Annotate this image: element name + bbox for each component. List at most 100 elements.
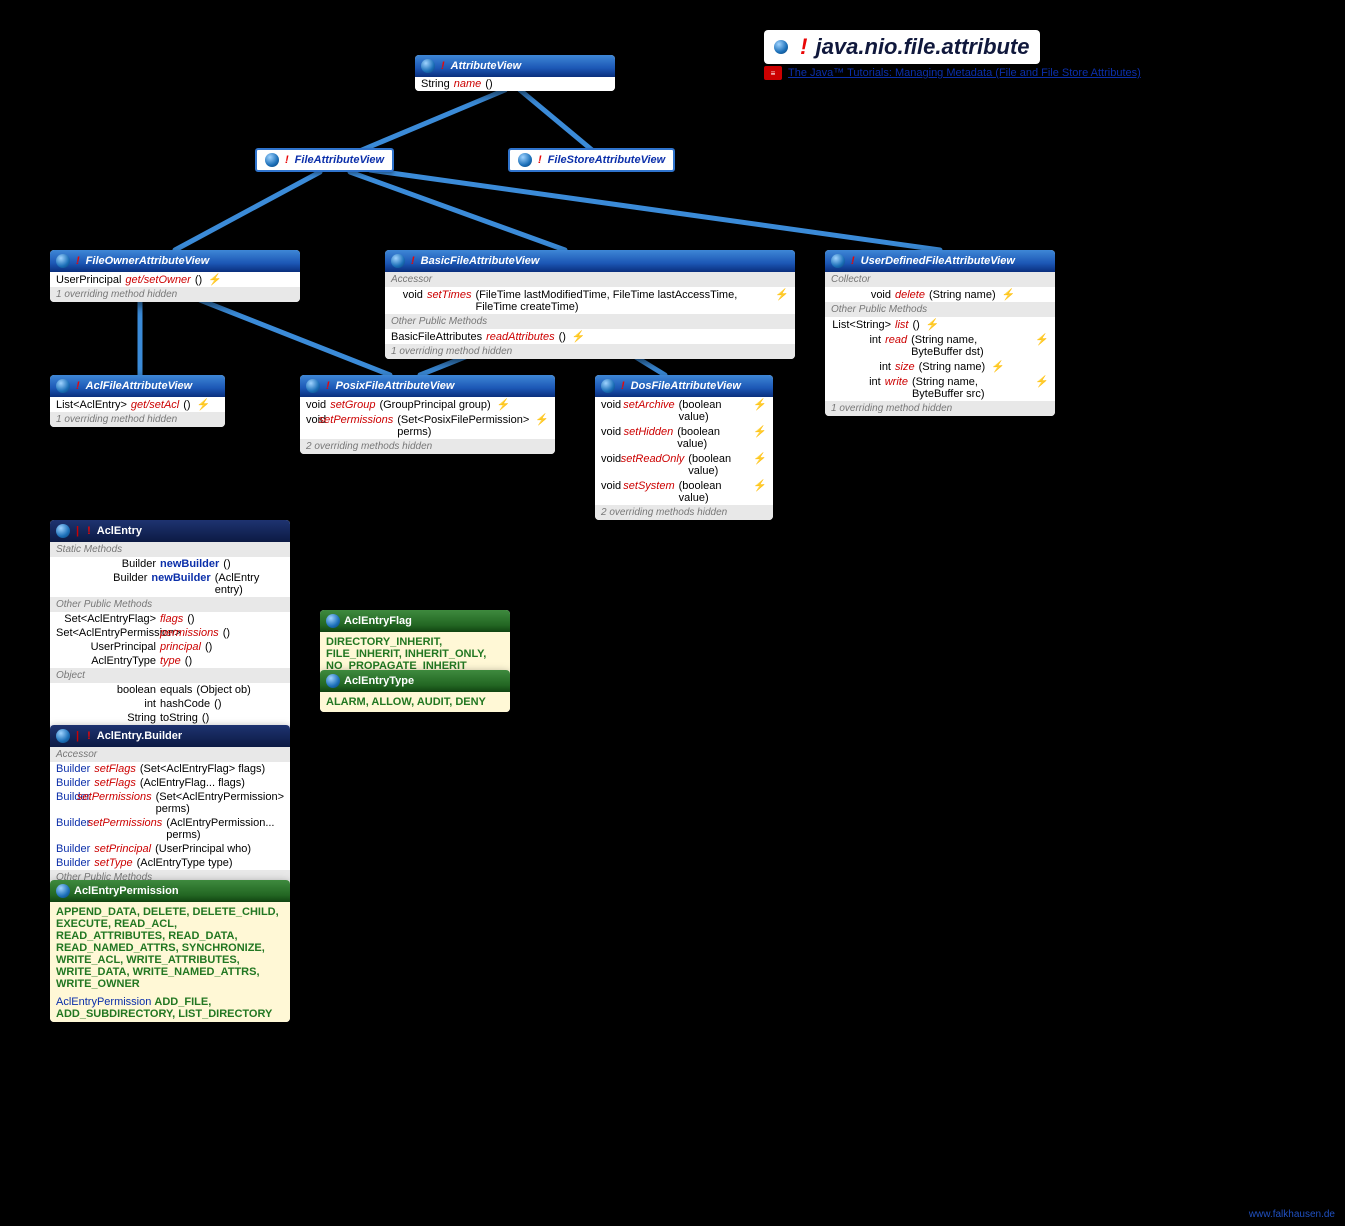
node-header: ! UserDefinedFileAttributeView xyxy=(825,250,1055,272)
hidden-methods: 1 overriding method hidden xyxy=(50,287,300,302)
node-AttributeView[interactable]: ! AttributeView String name () xyxy=(415,55,615,91)
tutorial-link[interactable]: The Java™ Tutorials: Managing Metadata (… xyxy=(788,67,1141,79)
throws-icon: ⚡ xyxy=(991,360,1005,373)
return-type: void xyxy=(306,399,326,411)
node-FileOwnerAttributeView[interactable]: ! FileOwnerAttributeView UserPrincipal g… xyxy=(50,250,300,302)
node-title: FileStoreAttributeView xyxy=(548,154,666,166)
bang-icon: ! xyxy=(538,154,542,166)
method-name: flags xyxy=(160,613,183,625)
method-row: void delete (String name) ⚡ xyxy=(825,287,1055,302)
node-UserDefinedFileAttributeView[interactable]: ! UserDefinedFileAttributeView Collector… xyxy=(825,250,1055,416)
return-type: int xyxy=(831,361,891,373)
node-PosixFileAttributeView[interactable]: ! PosixFileAttributeView void setGroup (… xyxy=(300,375,555,454)
method-args: (boolean value) xyxy=(677,426,747,450)
throws-icon: ⚡ xyxy=(753,479,767,492)
method-name: setReadOnly xyxy=(621,453,685,465)
method-row: BuildersetType(AclEntryType type) xyxy=(50,856,290,870)
interface-icon xyxy=(391,254,405,268)
node-title: AclEntryFlag xyxy=(344,615,412,627)
bang-icon: ! xyxy=(326,380,330,392)
method-row: int read (String name, ByteBuffer dst) ⚡ xyxy=(825,332,1055,359)
throws-icon: ⚡ xyxy=(497,398,511,411)
return-type: int xyxy=(56,698,156,710)
alias-type: AclEntryPermission xyxy=(56,996,151,1008)
throws-icon: ⚡ xyxy=(753,452,767,465)
method-row: UserPrincipal get/setOwner () ⚡ xyxy=(50,272,300,287)
return-type: Builder xyxy=(56,791,73,803)
footer-link[interactable]: www.falkhausen.de xyxy=(1249,1209,1335,1220)
return-type: boolean xyxy=(56,684,156,696)
method-row: void setReadOnly (boolean value) ⚡ xyxy=(595,451,773,478)
enum-icon xyxy=(326,674,340,688)
final-bar-icon: | xyxy=(76,730,79,742)
method-args: (String name) xyxy=(929,289,996,301)
tutorial-row[interactable]: ≡ The Java™ Tutorials: Managing Metadata… xyxy=(764,66,1141,80)
method-args: (AclEntryType type) xyxy=(137,857,233,869)
method-name: read xyxy=(885,334,907,346)
node-AclEntryFlag[interactable]: AclEntryFlag DIRECTORY_INHERIT, FILE_INH… xyxy=(320,610,510,676)
method-row: BuildersetPermissions(AclEntryPermission… xyxy=(50,816,290,842)
method-name: hashCode xyxy=(160,698,210,710)
return-type: void xyxy=(601,453,617,465)
method-name: write xyxy=(885,376,908,388)
node-header: ! PosixFileAttributeView xyxy=(300,375,555,397)
node-BasicFileAttributeView[interactable]: ! BasicFileAttributeView Accessor void s… xyxy=(385,250,795,359)
method-name: get/setOwner xyxy=(125,274,190,286)
node-AclEntryType[interactable]: AclEntryType ALARM, ALLOW, AUDIT, DENY xyxy=(320,670,510,712)
method-row: Set<AclEntryPermission>permissions() xyxy=(50,626,290,640)
section-label: Other Public Methods xyxy=(50,597,290,612)
tutorial-icon: ≡ xyxy=(764,66,782,80)
node-AclFileAttributeView[interactable]: ! AclFileAttributeView List<AclEntry> ge… xyxy=(50,375,225,427)
method-name: setHidden xyxy=(624,426,674,438)
node-FileAttributeView[interactable]: ! FileAttributeView xyxy=(255,148,394,172)
method-args: () xyxy=(485,78,492,90)
method-name: setSystem xyxy=(623,480,674,492)
interface-icon xyxy=(601,379,615,393)
node-DosFileAttributeView[interactable]: ! DosFileAttributeView void setArchive (… xyxy=(595,375,773,520)
return-type: Builder xyxy=(56,763,90,775)
bang-icon: ! xyxy=(411,255,415,267)
method-args: () xyxy=(223,558,230,570)
method-args: () xyxy=(202,712,209,724)
node-title: UserDefinedFileAttributeView xyxy=(861,255,1015,267)
method-args: () xyxy=(187,613,194,625)
return-type: void xyxy=(601,480,619,492)
enum-icon xyxy=(326,614,340,628)
bang-icon: ! xyxy=(285,154,289,166)
return-type: UserPrincipal xyxy=(56,641,156,653)
enum-values: ALARM, ALLOW, AUDIT, DENY xyxy=(320,692,510,712)
return-type: Builder xyxy=(56,572,147,584)
node-AclEntryBuilder[interactable]: | ! AclEntry.Builder Accessor Builderset… xyxy=(50,725,290,899)
method-name: toString xyxy=(160,712,198,724)
method-row: BuildernewBuilder(AclEntry entry) xyxy=(50,571,290,597)
method-name: setGroup xyxy=(330,399,375,411)
method-name: size xyxy=(895,361,915,373)
class-icon xyxy=(56,524,70,538)
node-FileStoreAttributeView[interactable]: ! FileStoreAttributeView xyxy=(508,148,675,172)
throws-icon: ⚡ xyxy=(208,273,222,286)
node-header: ! FileOwnerAttributeView xyxy=(50,250,300,272)
class-icon xyxy=(56,729,70,743)
method-args: (GroupPrincipal group) xyxy=(379,399,490,411)
node-title: AclEntryType xyxy=(344,675,414,687)
node-AclEntryPermission[interactable]: AclEntryPermission APPEND_DATA, DELETE, … xyxy=(50,880,290,1022)
method-args: (FileTime lastModifiedTime, FileTime las… xyxy=(475,289,769,313)
return-type: Set<AclEntryPermission> xyxy=(56,627,156,639)
method-row: void setGroup (GroupPrincipal group) ⚡ xyxy=(300,397,555,412)
method-args: (UserPrincipal who) xyxy=(155,843,251,855)
method-name: readAttributes xyxy=(486,331,554,343)
method-args: (String name) xyxy=(919,361,986,373)
method-name: get/setAcl xyxy=(131,399,179,411)
bang-icon: ! xyxy=(621,380,625,392)
node-AclEntry[interactable]: | ! AclEntry Static Methods BuildernewBu… xyxy=(50,520,290,739)
method-row: booleanequals(Object ob) xyxy=(50,683,290,697)
method-args: (String name, ByteBuffer dst) xyxy=(911,334,1029,358)
method-args: (boolean value) xyxy=(679,480,748,504)
bang-icon: ! xyxy=(851,255,855,267)
return-type: AclEntryType xyxy=(56,655,156,667)
node-title: AclEntry xyxy=(97,525,142,537)
section-label: Other Public Methods xyxy=(385,314,795,329)
node-title: AclEntry.Builder xyxy=(97,730,182,742)
method-row: StringtoString() xyxy=(50,711,290,725)
throws-icon: ⚡ xyxy=(572,330,586,343)
